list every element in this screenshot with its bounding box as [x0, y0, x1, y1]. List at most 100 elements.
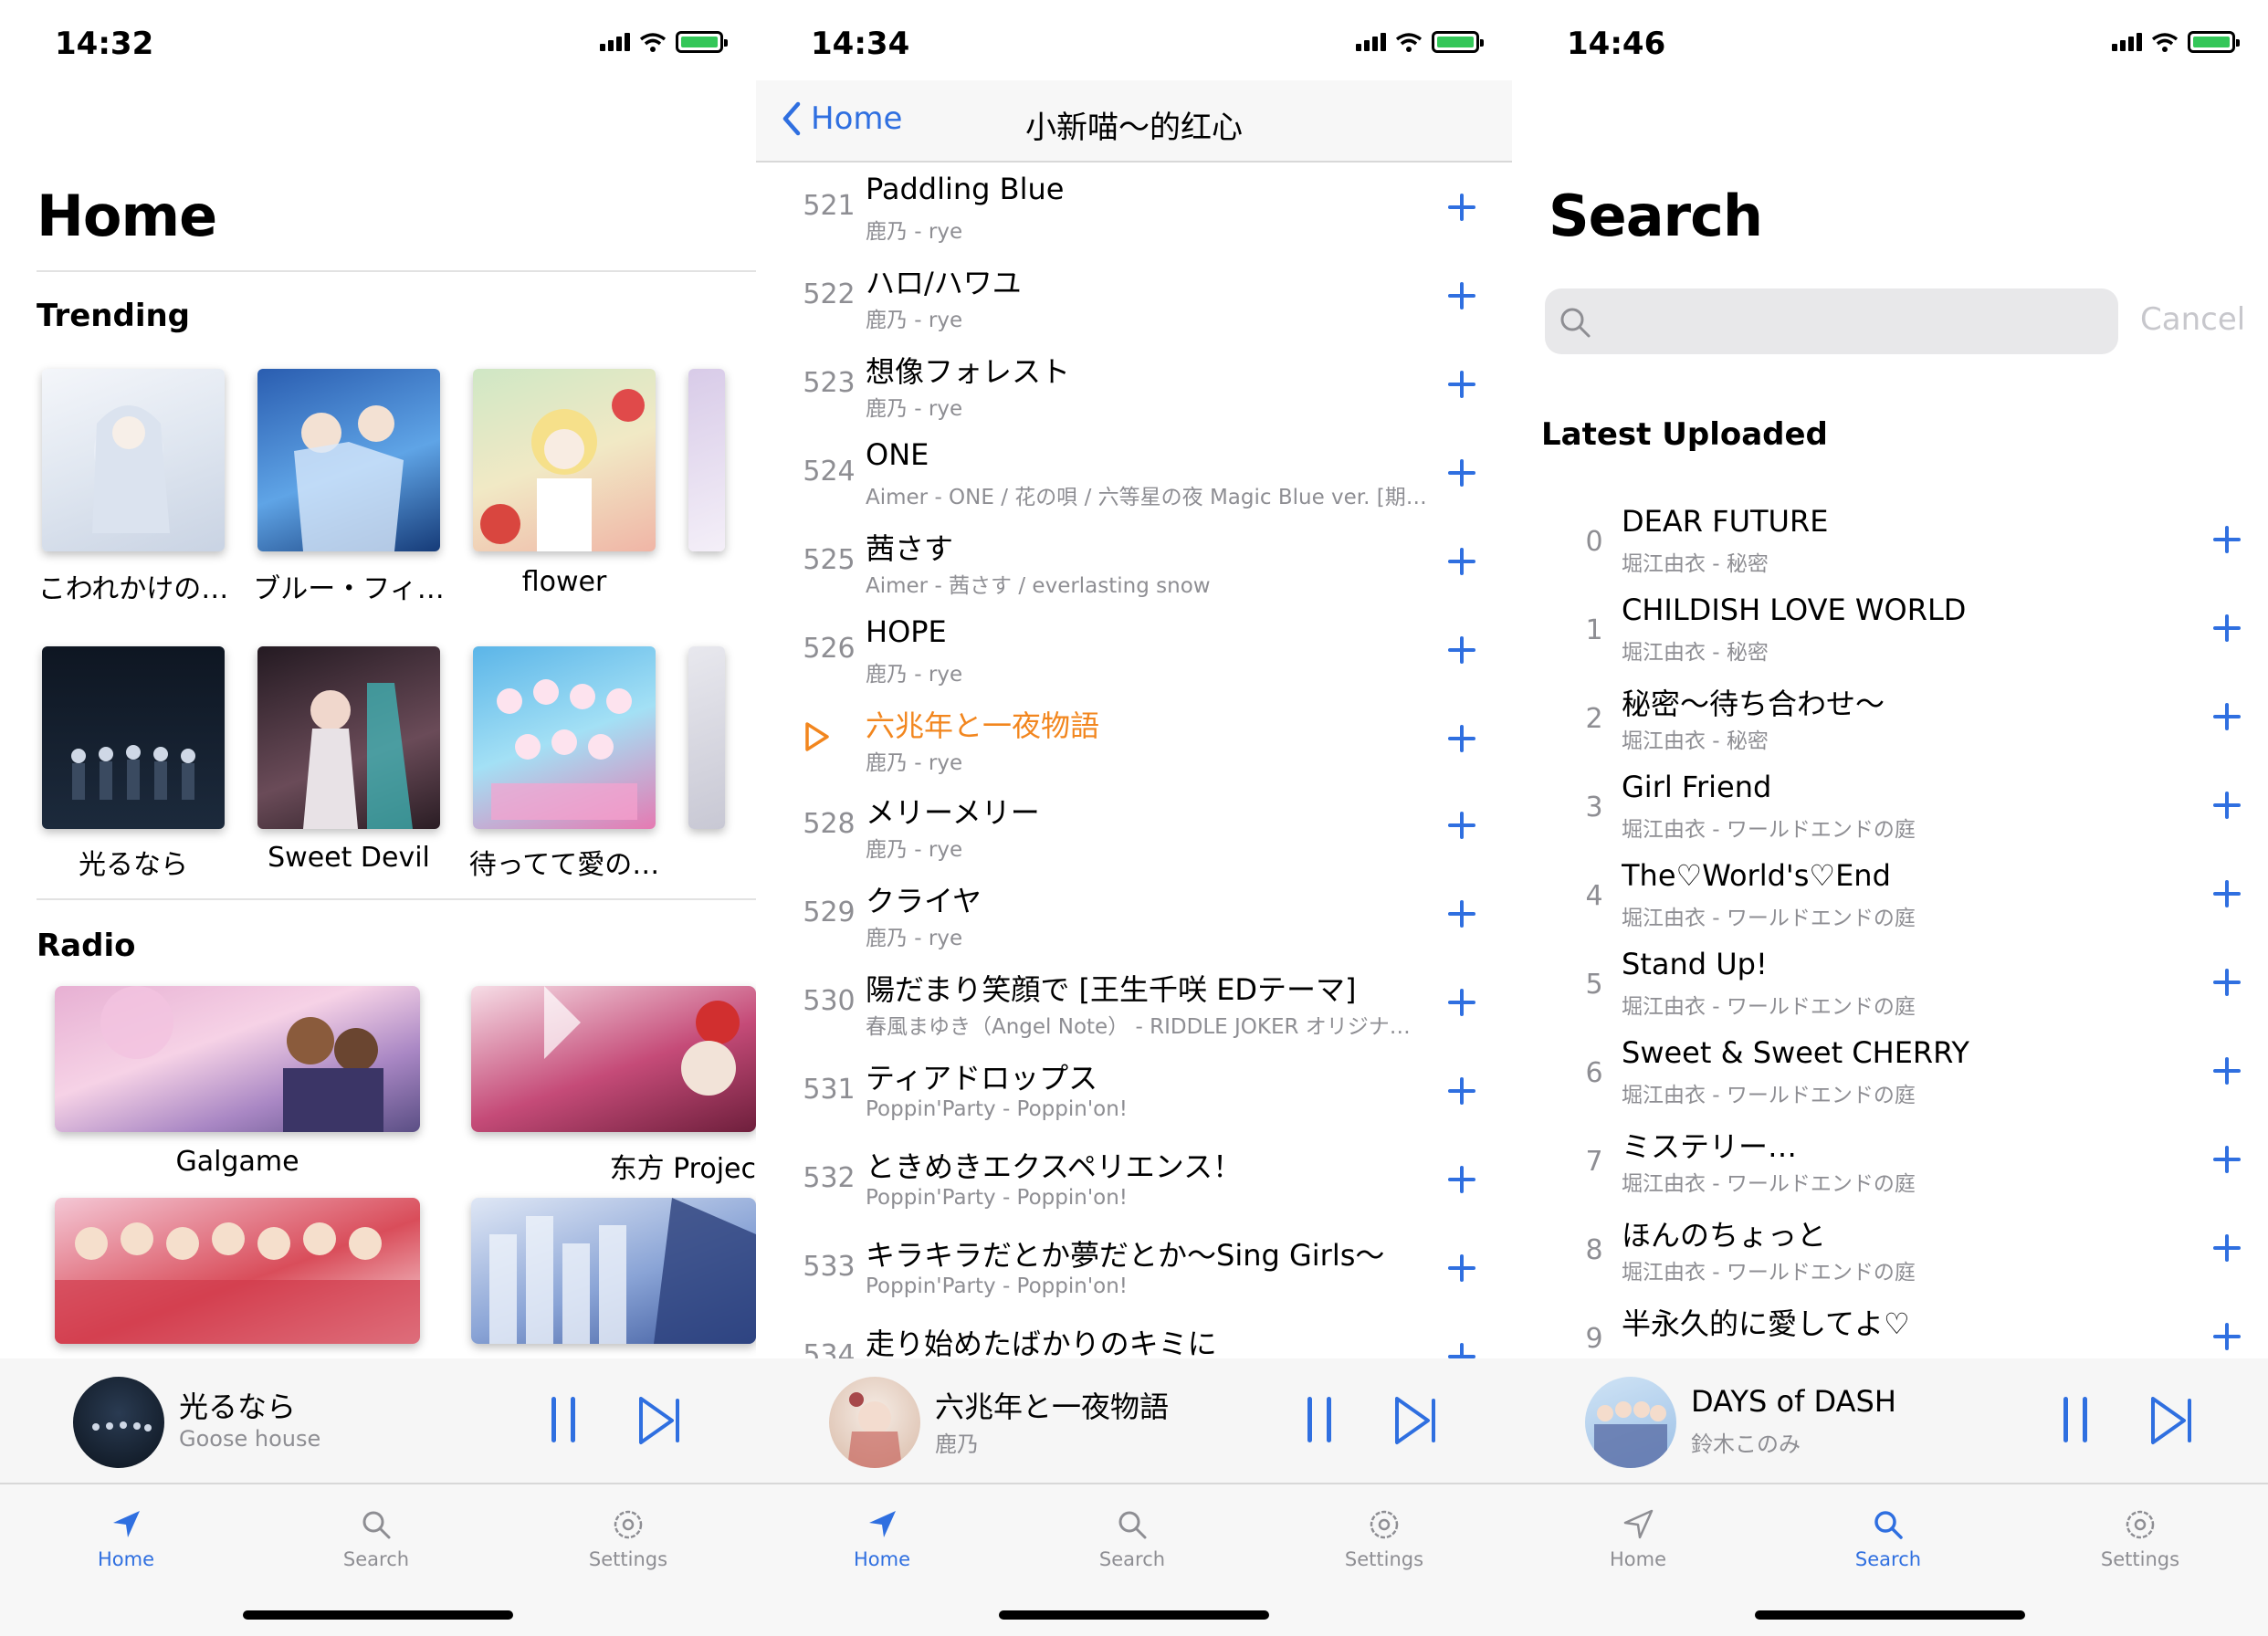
radio-label-2: 东方 Projec — [609, 1153, 756, 1185]
tab-search[interactable]: Search — [1806, 1508, 1970, 1570]
add-track-button[interactable] — [2213, 1234, 2241, 1262]
track-row[interactable]: 7 ミステリー… 堀江由衣 - ワールドエンドの庭 — [1512, 1117, 2268, 1205]
track-row[interactable]: 3 Girl Friend 堀江由衣 - ワールドエンドの庭 — [1512, 762, 2268, 851]
track-row[interactable]: 4 The♡World's♡End 堀江由衣 - ワールドエンドの庭 — [1512, 851, 2268, 939]
track-row[interactable]: 1 CHILDISH LOVE WORLD 堀江由衣 - 秘密 — [1512, 585, 2268, 674]
track-row[interactable]: 524 ONE Aimer - ONE / 花の唄 / 六等星の夜 Magic … — [756, 430, 1512, 519]
add-track-button[interactable] — [1448, 371, 1475, 398]
add-track-button[interactable] — [1448, 282, 1475, 309]
add-track-button[interactable] — [1448, 459, 1475, 487]
track-row[interactable]: 526 HOPE 鹿乃 - rye — [756, 607, 1512, 696]
cancel-button[interactable]: Cancel — [2140, 301, 2245, 338]
track-title: ティアドロップス — [866, 1061, 1098, 1096]
radio-card-galgame[interactable] — [55, 986, 420, 1132]
track-row[interactable]: 533 キラキラだとか夢だとか～Sing Girls～ Poppin'Party… — [756, 1225, 1512, 1314]
add-track-button[interactable] — [1448, 1254, 1475, 1282]
track-row[interactable]: 521 Paddling Blue 鹿乃 - rye — [756, 164, 1512, 253]
tab-settings[interactable]: Settings — [546, 1508, 710, 1570]
home-indicator[interactable] — [999, 1610, 1269, 1620]
track-row[interactable]: 529 クライヤ 鹿乃 - rye — [756, 871, 1512, 960]
add-track-button[interactable] — [1448, 636, 1475, 664]
track-row[interactable]: 525 茜さす Aimer - 茜さす / everlasting snow — [756, 519, 1512, 607]
track-subtitle: 堀江由衣 - ワールドエンドの庭 — [1622, 818, 1916, 842]
track-row[interactable]: 532 ときめきエクスペリエンス！ Poppin'Party - Poppin'… — [756, 1137, 1512, 1225]
add-track-button[interactable] — [2213, 614, 2241, 642]
trending-cover-7[interactable] — [473, 646, 656, 829]
track-row[interactable]: 528 メリーメリー 鹿乃 - rye — [756, 782, 1512, 871]
add-track-button[interactable] — [1448, 548, 1475, 575]
radio-card-4[interactable] — [471, 1198, 756, 1344]
add-track-button[interactable] — [2213, 1057, 2241, 1085]
next-track-button[interactable] — [2149, 1395, 2195, 1446]
trending-cover-6[interactable] — [257, 646, 440, 829]
mini-player[interactable]: 六兆年と一夜物語 鹿乃 — [756, 1358, 1512, 1483]
add-track-button[interactable] — [2213, 792, 2241, 819]
tab-search-label: Search — [1854, 1548, 1922, 1570]
status-time: 14:32 — [55, 26, 154, 62]
pause-button[interactable] — [1304, 1397, 1335, 1442]
track-title: HOPE — [866, 614, 947, 649]
add-track-button[interactable] — [1448, 1077, 1475, 1105]
tab-search[interactable]: Search — [294, 1508, 458, 1570]
mini-player-artwork[interactable] — [829, 1377, 920, 1468]
add-track-button[interactable] — [2213, 969, 2241, 996]
search-field[interactable] — [1545, 288, 2118, 354]
add-track-button[interactable] — [1448, 1166, 1475, 1193]
track-row[interactable]: 531 ティアドロップス Poppin'Party - Poppin'on! — [756, 1048, 1512, 1137]
tab-home[interactable]: Home — [1556, 1508, 1720, 1570]
trending-cover-2[interactable] — [257, 369, 440, 551]
mini-player[interactable]: DAYS of DASH 鈴木このみ — [1512, 1358, 2268, 1483]
mini-player-title: 光るなら — [179, 1390, 297, 1424]
tab-search-label: Search — [342, 1548, 410, 1570]
next-track-button[interactable] — [1393, 1395, 1439, 1446]
add-track-button[interactable] — [2213, 1323, 2241, 1350]
track-row[interactable]: 2 秘密～待ち合わせ～ 堀江由衣 - 秘密 — [1512, 674, 2268, 762]
track-row[interactable]: 530 陽だまり笑顔で [王生千咲 EDテーマ] 春風まゆき（Angel Not… — [756, 960, 1512, 1048]
track-subtitle: 鹿乃 - rye — [866, 397, 963, 421]
track-row[interactable]: 8 ほんのちょっと 堀江由衣 - ワールドエンドの庭 — [1512, 1205, 2268, 1294]
trending-cover-5[interactable] — [42, 646, 225, 829]
track-row-now-playing[interactable]: 六兆年と一夜物語 鹿乃 - rye — [756, 696, 1512, 784]
trending-label-4: 光るなら — [79, 849, 188, 881]
pause-button[interactable] — [2060, 1397, 2091, 1442]
trending-cover-3[interactable] — [473, 369, 656, 551]
mini-player-artist: Goose house — [179, 1426, 321, 1452]
add-track-button[interactable] — [2213, 703, 2241, 730]
add-track-button[interactable] — [2213, 526, 2241, 553]
tab-settings[interactable]: Settings — [1302, 1508, 1466, 1570]
tab-home[interactable]: Home — [800, 1508, 964, 1570]
track-row[interactable]: 5 Stand Up! 堀江由衣 - ワールドエンドの庭 — [1512, 939, 2268, 1028]
add-track-button[interactable] — [1448, 194, 1475, 221]
mini-player[interactable]: 光るなら Goose house — [0, 1358, 756, 1483]
mini-player-artwork[interactable] — [73, 1377, 164, 1468]
tab-home[interactable]: Home — [44, 1508, 208, 1570]
track-row[interactable]: 522 ハロ/ハワユ 鹿乃 - rye — [756, 253, 1512, 341]
add-track-button[interactable] — [2213, 880, 2241, 907]
add-track-button[interactable] — [1448, 812, 1475, 839]
add-track-button[interactable] — [1448, 900, 1475, 928]
tab-search[interactable]: Search — [1050, 1508, 1214, 1570]
trending-cover-4[interactable] — [688, 369, 725, 551]
mini-player-artwork[interactable] — [1585, 1377, 1676, 1468]
track-row[interactable]: 523 想像フォレスト 鹿乃 - rye — [756, 341, 1512, 430]
track-row[interactable]: 6 Sweet & Sweet CHERRY 堀江由衣 - ワールドエンドの庭 — [1512, 1028, 2268, 1117]
add-track-button[interactable] — [1448, 725, 1475, 752]
trending-cover-1[interactable] — [42, 369, 225, 551]
location-arrow-icon — [869, 1511, 896, 1537]
trending-cover-8[interactable] — [688, 646, 725, 829]
pause-button[interactable] — [548, 1397, 579, 1442]
tab-bar: Home Search Settings — [0, 1483, 756, 1636]
add-track-button[interactable] — [2213, 1146, 2241, 1173]
radio-card-3[interactable] — [55, 1198, 420, 1344]
radio-card-touhou[interactable] — [471, 986, 756, 1132]
add-track-button[interactable] — [1448, 989, 1475, 1016]
tab-settings[interactable]: Settings — [2058, 1508, 2222, 1570]
next-track-button[interactable] — [637, 1395, 683, 1446]
track-row[interactable]: 0 DEAR FUTURE 堀江由衣 - 秘密 — [1512, 497, 2268, 585]
track-title: メリーメリー — [866, 795, 1040, 830]
radio-heading: Radio — [37, 928, 136, 964]
home-indicator[interactable] — [243, 1610, 513, 1620]
track-title: 半永久的に愛してよ♡ — [1622, 1306, 1910, 1341]
home-indicator[interactable] — [1755, 1610, 2025, 1620]
track-subtitle: Aimer - ONE / 花の唄 / 六等星の夜 Magic Blue ver… — [866, 486, 1427, 509]
